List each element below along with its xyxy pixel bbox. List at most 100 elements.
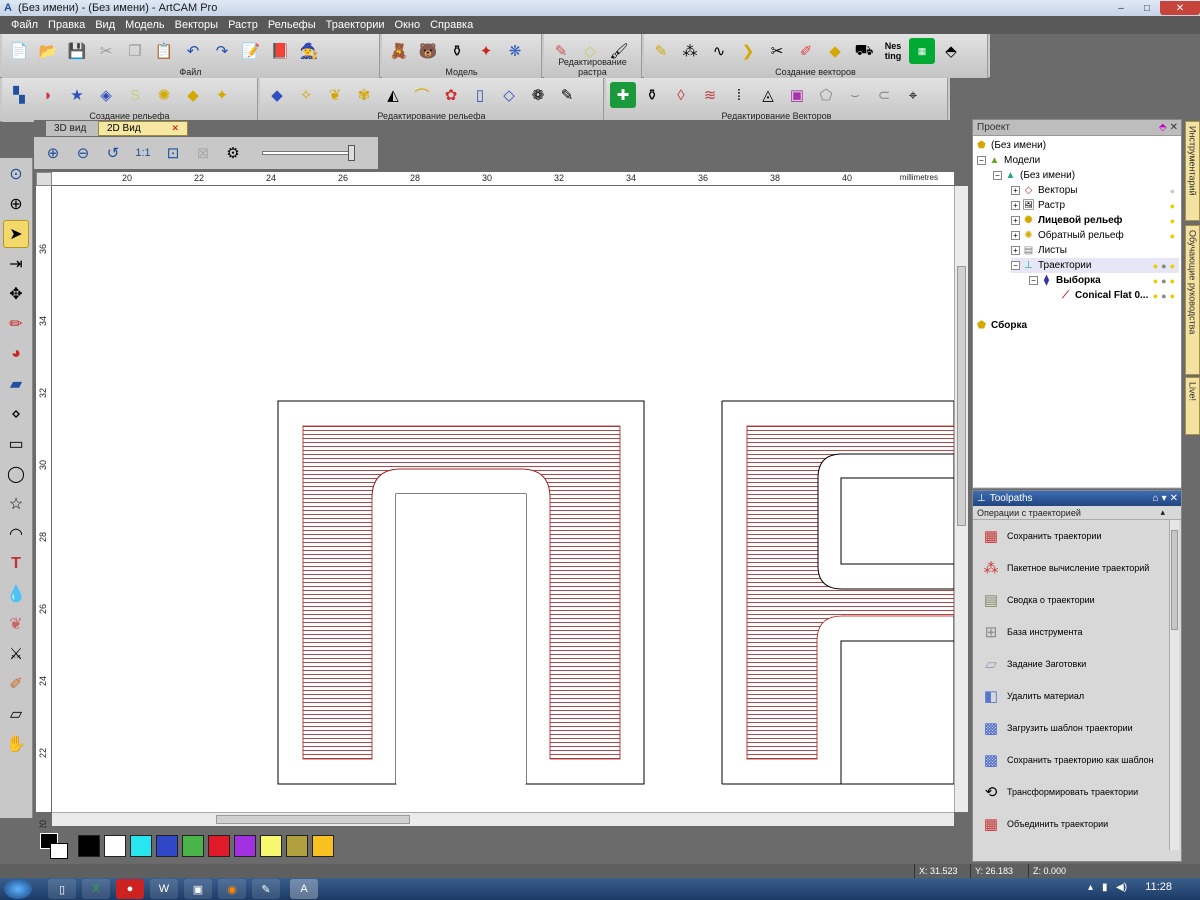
save-icon[interactable]: 💾 (64, 38, 90, 64)
reledit-icon-4[interactable]: ✾ (351, 82, 377, 108)
load-template-item[interactable]: ▩ Загрузить шаблон траектории (973, 712, 1181, 744)
model-icon-3[interactable]: ⚱ (444, 38, 470, 64)
text-icon[interactable]: T (3, 550, 29, 578)
collapse-box[interactable]: − (993, 171, 1002, 180)
zoom-slider[interactable] (262, 145, 355, 161)
taskbar-save-icon[interactable]: ▣ (184, 879, 212, 899)
vecedit-icon-3[interactable]: ◊ (668, 82, 694, 108)
panel-close-icon[interactable]: ✕ (1170, 493, 1178, 504)
vecedit-icon-9[interactable]: ⌣ (842, 82, 868, 108)
arc-icon[interactable]: ◠ (3, 520, 29, 548)
reledit-icon-5[interactable]: ◭ (380, 82, 406, 108)
select-arrow-icon[interactable]: ➤ (3, 220, 29, 248)
collapse-box[interactable]: − (1029, 276, 1038, 285)
brush-icon[interactable]: ✐ (3, 670, 29, 698)
tree-node-vectors[interactable]: + ◇ Векторы ● (1011, 183, 1179, 198)
vecedit-icon-8[interactable]: ⬠ (813, 82, 839, 108)
hand-icon[interactable]: ✋ (3, 730, 29, 758)
node-edit-icon[interactable]: ⇥ (3, 250, 29, 278)
toolpaths-scroll-thumb[interactable] (1171, 530, 1178, 630)
vertical-scrollbar[interactable] (954, 186, 968, 812)
remove-material-item[interactable]: ◧ Удалить материал (973, 680, 1181, 712)
collapse-box[interactable]: − (1011, 261, 1020, 270)
vector-icon-9[interactable]: ▦ (909, 38, 935, 64)
relief-icon-7[interactable]: ◆ (180, 82, 206, 108)
menu-vectors[interactable]: Векторы (170, 19, 223, 31)
tree-node-raster[interactable]: + 🖼 Растр ● (1011, 198, 1179, 213)
zoom-selection-icon[interactable]: ⊠ (190, 140, 216, 166)
tray-volume-icon[interactable]: ◀) (1116, 882, 1127, 893)
visibility-bulb-icon[interactable]: ● (1170, 201, 1175, 211)
visibility-bulb-icon[interactable]: ● (1170, 231, 1175, 241)
model-icon-1[interactable]: 🧸 (386, 38, 412, 64)
palette-swatch-black[interactable] (78, 835, 100, 857)
pencil-icon[interactable]: ✏ (3, 310, 29, 338)
vecedit-icon-5[interactable]: ⁞ (726, 82, 752, 108)
vector-icon-3[interactable]: ∿ (706, 38, 732, 64)
menu-model[interactable]: Модель (120, 19, 169, 31)
palette-swatch-red[interactable] (208, 835, 230, 857)
taskbar-word-icon[interactable]: W (150, 879, 178, 899)
menu-help[interactable]: Справка (425, 19, 478, 31)
current-color-swatch[interactable] (40, 833, 70, 859)
transform-toolpaths-item[interactable]: ⟲ Трансформировать траектории (973, 776, 1181, 808)
letter-p-shape[interactable] (277, 400, 645, 785)
minimize-button[interactable]: – (1108, 1, 1134, 15)
menu-window[interactable]: Окно (390, 19, 426, 31)
relief-icon-8[interactable]: ✦ (209, 82, 235, 108)
tab-2d-view[interactable]: 2D Вид ✕ (98, 121, 188, 136)
save-template-item[interactable]: ▩ Сохранить траекторию как шаблон (973, 744, 1181, 776)
model-icon-5[interactable]: ❋ (502, 38, 528, 64)
toolpath-summary-item[interactable]: ▤ Сводка о траектории (973, 584, 1181, 616)
collapse-box[interactable]: − (977, 156, 986, 165)
palette-swatch-orange[interactable] (312, 835, 334, 857)
reledit-icon-1[interactable]: ◆ (264, 82, 290, 108)
vecedit-icon-2[interactable]: ⚱ (639, 82, 665, 108)
relief-icon-3[interactable]: ★ (64, 82, 90, 108)
expand-box[interactable]: + (1011, 216, 1020, 225)
close-button[interactable]: ✕ (1160, 1, 1200, 15)
zoom-out-icon[interactable]: ⊖ (70, 140, 96, 166)
wizard-icon[interactable]: 🧙 (296, 38, 322, 64)
star-icon[interactable]: ☆ (3, 490, 29, 518)
eraser-icon[interactable]: ▱ (3, 700, 29, 728)
taskbar-artcam-icon[interactable]: A (290, 879, 318, 899)
vecedit-icon-4[interactable]: ≋ (697, 82, 723, 108)
panel-close-icon[interactable]: ✕ (1170, 122, 1178, 133)
drawing-canvas[interactable] (52, 186, 954, 812)
palette-swatch-white[interactable] (104, 835, 126, 857)
taskbar-firefox-icon[interactable]: ◉ (218, 879, 246, 899)
menu-raster[interactable]: Растр (223, 19, 263, 31)
globe-icon[interactable]: ⊕ (3, 190, 29, 218)
vector-icon-4[interactable]: ❯ (735, 38, 761, 64)
tree-node-project[interactable]: ⬟ (Без имени) (975, 138, 1046, 153)
visibility-bulb-icon[interactable]: ● ● ● (1153, 261, 1175, 271)
vecedit-icon-10[interactable]: ⊂ (871, 82, 897, 108)
panel-pin-icon[interactable]: ⬘ (1159, 122, 1167, 133)
palette-swatch-blue[interactable] (156, 835, 178, 857)
tab-3d-view[interactable]: 3D вид (46, 121, 98, 136)
vector-icon-6[interactable]: ✐ (793, 38, 819, 64)
visibility-bulb-icon[interactable]: ● ● ● (1153, 291, 1175, 301)
polyline-icon[interactable]: ⋄ (3, 400, 29, 428)
palette-swatch-cyan[interactable] (130, 835, 152, 857)
expand-box[interactable]: + (1011, 186, 1020, 195)
visibility-bulb-icon[interactable]: ● (1170, 186, 1175, 196)
taskbar-paint-icon[interactable]: ✎ (252, 879, 280, 899)
menu-view[interactable]: Вид (90, 19, 120, 31)
palette-swatch-green[interactable] (182, 835, 204, 857)
vector-icon-1[interactable]: ✎ (648, 38, 674, 64)
open-icon[interactable]: 📂 (35, 38, 61, 64)
edit-icon[interactable]: 📝 (238, 38, 264, 64)
horizontal-scrollbar[interactable] (52, 812, 954, 826)
copy-icon[interactable]: ❐ (122, 38, 148, 64)
start-button[interactable] (4, 879, 32, 899)
vertical-scroll-thumb[interactable] (957, 266, 966, 526)
tray-arrow-icon[interactable]: ▴ (1088, 882, 1093, 893)
material-setup-item[interactable]: ▱ Задание Заготовки (973, 648, 1181, 680)
relief-icon-4[interactable]: ◈ (93, 82, 119, 108)
reledit-icon-2[interactable]: ✧ (293, 82, 319, 108)
save-toolpaths-item[interactable]: ▦ Сохранить траектории (973, 520, 1181, 552)
sidetab-live[interactable]: Live! (1185, 377, 1200, 435)
redo-icon[interactable]: ↷ (209, 38, 235, 64)
